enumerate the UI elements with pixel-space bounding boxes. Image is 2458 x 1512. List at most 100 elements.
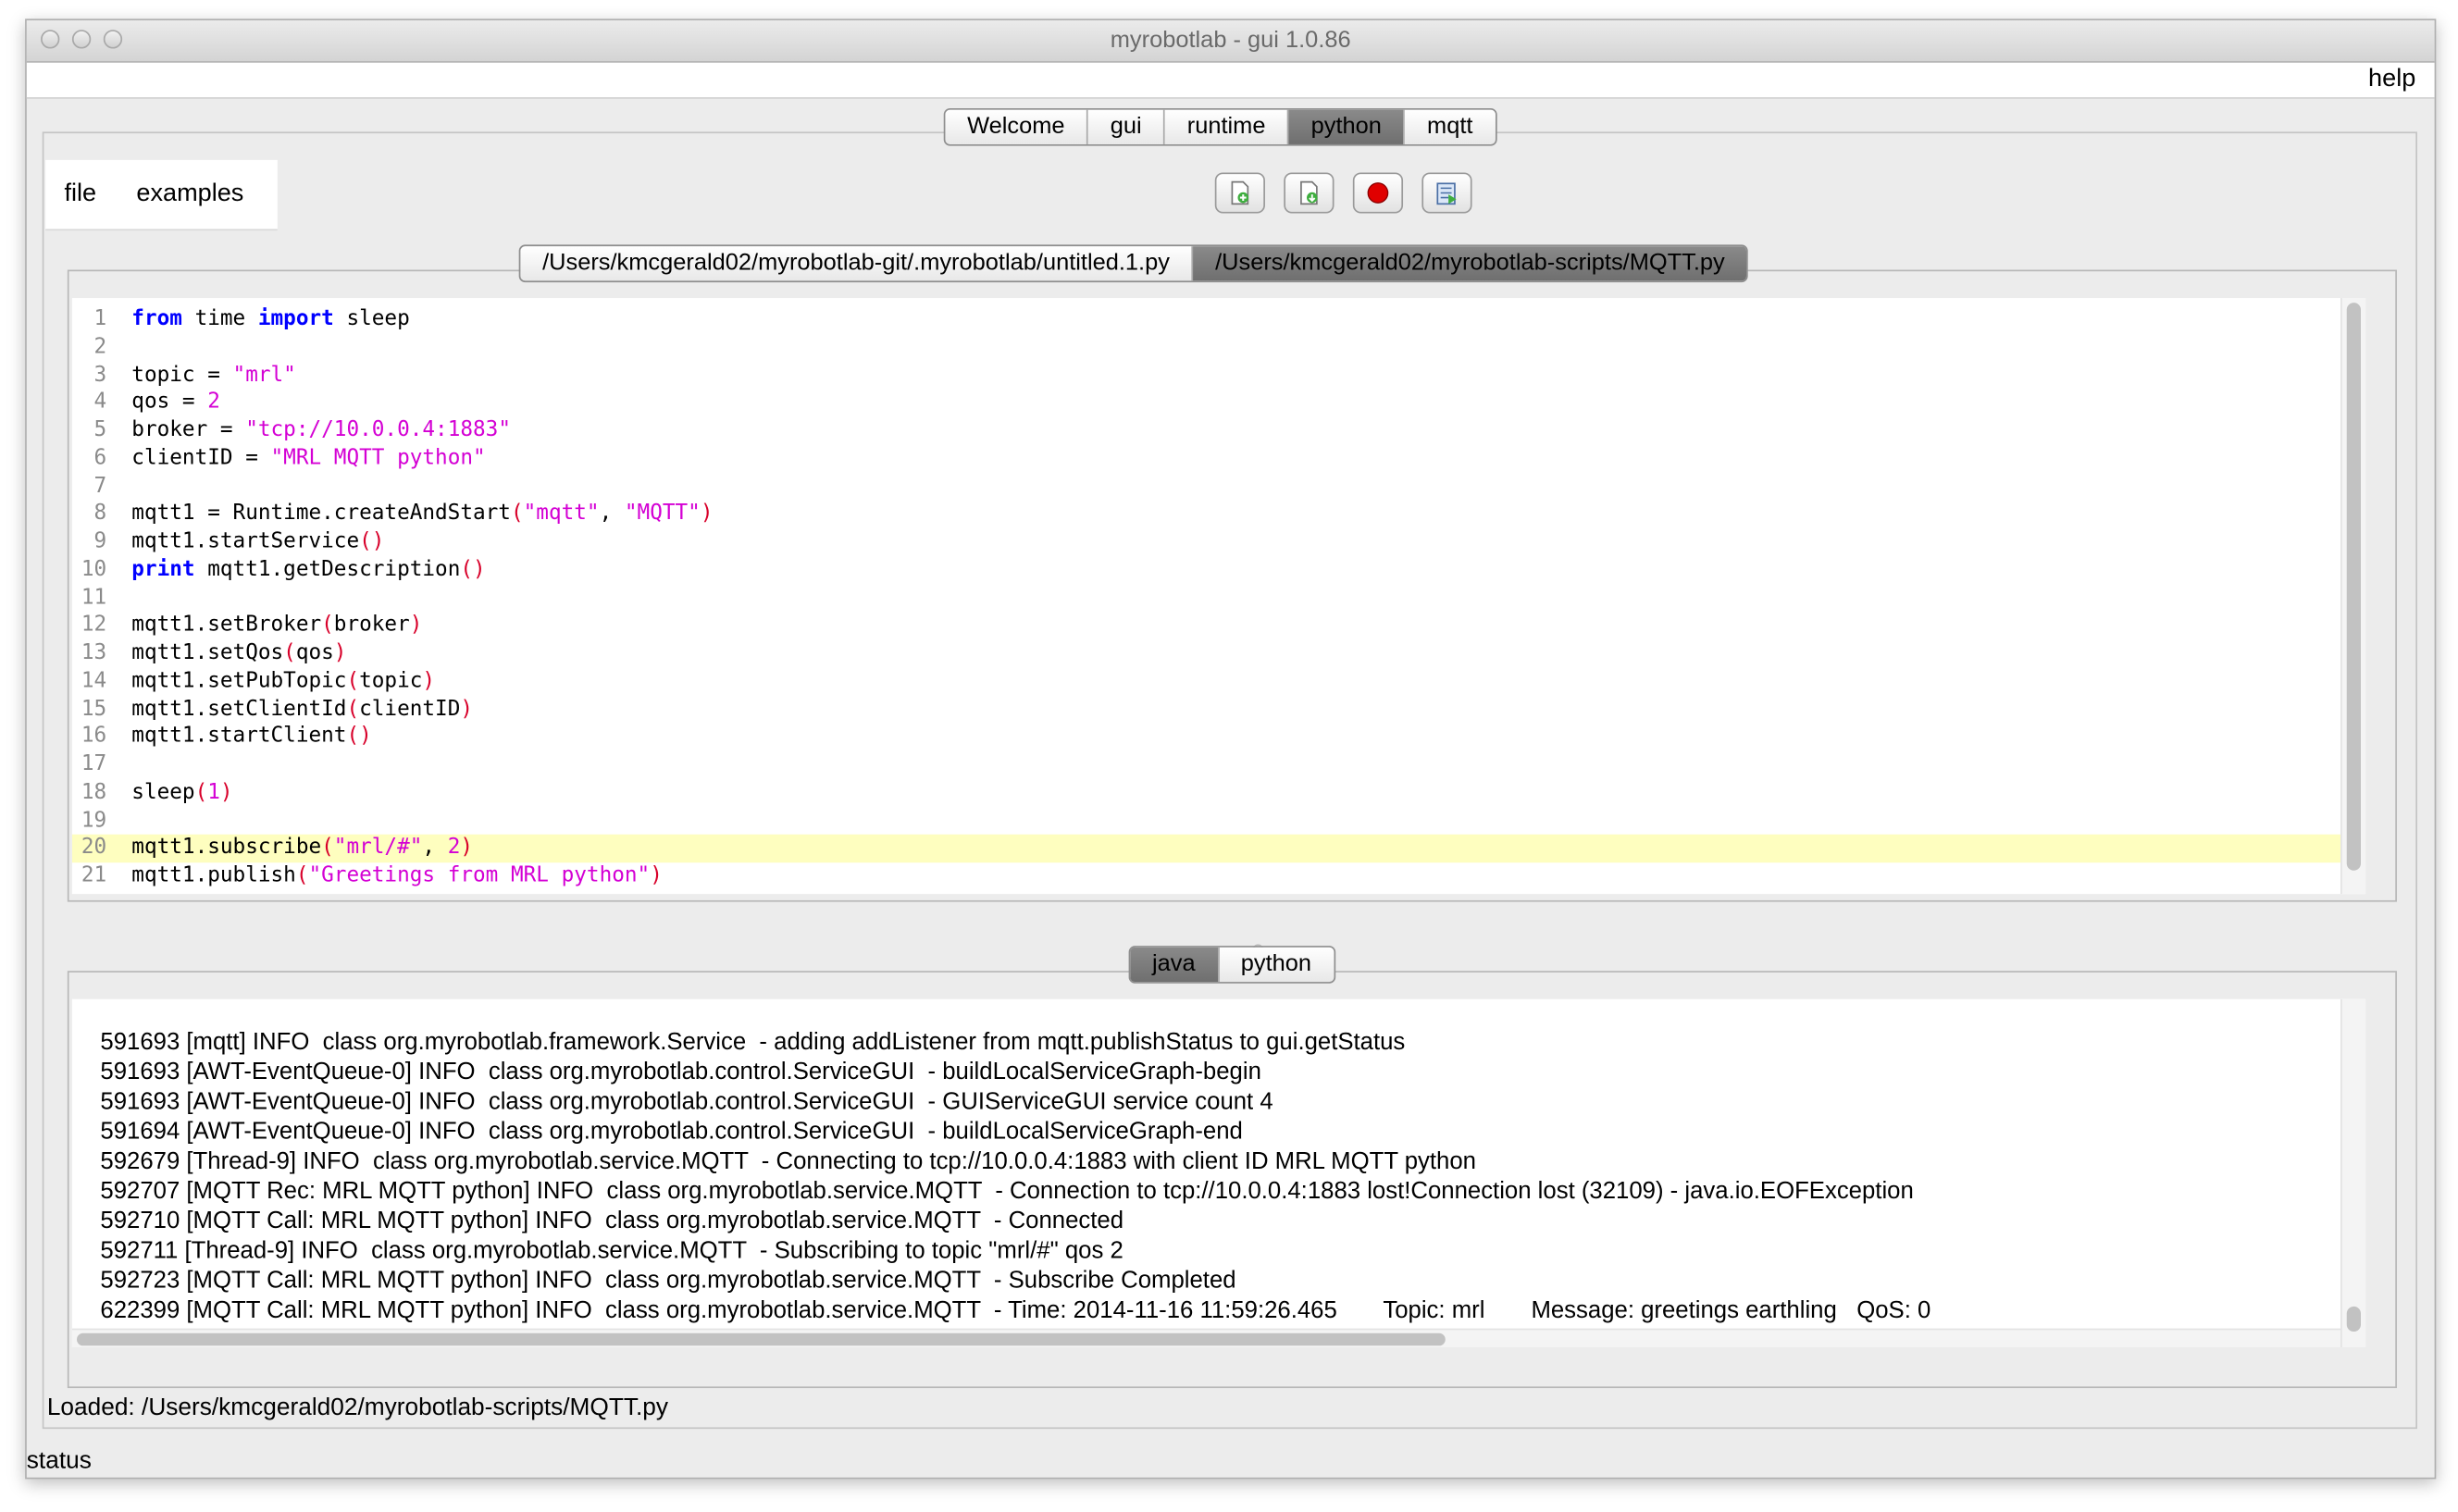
script-file-tabs: /Users/kmcgerald02/myrobotlab-git/.myrob… xyxy=(518,244,1749,283)
line-number: 8 xyxy=(93,502,107,527)
code-line[interactable]: 16 mqtt1.startClient() xyxy=(72,724,2365,751)
line-number: 3 xyxy=(93,363,107,387)
code-line[interactable]: 3 topic = "mrl" xyxy=(72,362,2365,390)
code-text: mqtt1.setPubTopic(topic) xyxy=(131,669,436,693)
line-number: 9 xyxy=(93,529,107,554)
editor-scroll-thumb[interactable] xyxy=(2346,303,2362,871)
log-line: 591693 [AWT-EventQueue-0] INFO class org… xyxy=(100,1088,1273,1116)
line-number: 4 xyxy=(93,390,107,415)
execute-script-icon xyxy=(1436,182,1457,205)
output-tabs: java python xyxy=(1128,946,1335,984)
examples-menu[interactable]: examples xyxy=(136,180,243,209)
tab-3[interactable]: python xyxy=(1288,109,1406,144)
output-horizontal-scrollbar[interactable] xyxy=(71,1328,2340,1348)
console-output: 622399 [MQTT Call: MRL MQTT python] INFO… xyxy=(71,998,2366,1348)
code-text: mqtt1.subscribe("mrl/#", 2) xyxy=(131,836,474,861)
stop-button[interactable] xyxy=(1352,172,1404,214)
code-line[interactable]: 11 xyxy=(72,584,2365,612)
code-text: mqtt1.setBroker(broker) xyxy=(131,613,423,638)
line-number: 18 xyxy=(81,780,107,805)
code-text: sleep(1) xyxy=(131,780,233,805)
code-line[interactable]: 9 mqtt1.startService() xyxy=(72,528,2365,556)
output-hscroll-thumb[interactable] xyxy=(77,1332,1446,1346)
status-bar: status xyxy=(26,1447,92,1475)
code-line[interactable]: 14 mqtt1.setPubTopic(topic) xyxy=(72,668,2365,696)
code-line[interactable]: 1 from time import sleep xyxy=(72,306,2365,334)
title-bar: myrobotlab - gui 1.0.86 xyxy=(26,20,2435,63)
python-menu-bar: file examples xyxy=(45,159,278,231)
code-text: from time import sleep xyxy=(131,307,410,331)
code-text: print mqtt1.getDescription() xyxy=(131,557,486,582)
log-line: 591693 [AWT-EventQueue-0] INFO class org… xyxy=(100,1059,1261,1085)
code-line[interactable]: 20 mqtt1.subscribe("mrl/#", 2) xyxy=(71,835,2366,863)
code-line[interactable]: 13 mqtt1.setQos(qos) xyxy=(72,640,2365,668)
tab-4[interactable]: mqtt xyxy=(1405,110,1495,144)
menu-bar: help xyxy=(26,62,2435,99)
log-line: 592723 [MQTT Call: MRL MQTT python] INFO… xyxy=(100,1267,1236,1295)
file-tab-0[interactable]: /Users/kmcgerald02/myrobotlab-git/.myrob… xyxy=(520,246,1194,281)
tab-2[interactable]: runtime xyxy=(1165,109,1289,144)
new-script-icon xyxy=(1231,180,1249,205)
log-line: 591694 [AWT-EventQueue-0] INFO class org… xyxy=(100,1118,1243,1146)
code-line[interactable]: 12 mqtt1.setBroker(broker) xyxy=(72,612,2365,639)
tab-1[interactable]: gui xyxy=(1088,109,1166,144)
line-number: 13 xyxy=(81,641,107,665)
log-line: 592711 [Thread-9] INFO class org.myrobot… xyxy=(100,1237,1123,1265)
line-number: 21 xyxy=(81,863,107,888)
code-text: mqtt1.publish("Greetings from MRL python… xyxy=(131,863,663,888)
tab-0[interactable]: Welcome xyxy=(945,109,1088,144)
save-script-icon xyxy=(1300,180,1318,205)
code-text: qos = 2 xyxy=(131,390,220,415)
code-text: broker = "tcp://10.0.0.4:1883" xyxy=(131,418,511,442)
window-title: myrobotlab - gui 1.0.86 xyxy=(1110,26,1351,54)
line-number: 17 xyxy=(81,752,107,777)
line-number: 1 xyxy=(93,307,107,331)
code-line[interactable]: 7 xyxy=(72,473,2365,501)
code-line[interactable]: 8 mqtt1 = Runtime.createAndStart("mqtt", … xyxy=(72,501,2365,528)
output-tab-1[interactable]: python xyxy=(1219,948,1334,982)
app-window: myrobotlab - gui 1.0.86 help Welcome gui r… xyxy=(25,19,2437,1480)
file-menu[interactable]: file xyxy=(64,180,96,209)
code-line[interactable]: 19 xyxy=(72,807,2365,835)
code-text: mqtt1.startClient() xyxy=(131,725,372,749)
editor-vertical-scrollbar[interactable] xyxy=(2340,298,2366,895)
code-text: mqtt1 = Runtime.createAndStart("mqtt", "… xyxy=(131,502,714,527)
code-line[interactable]: 2 xyxy=(72,334,2365,362)
code-editor[interactable]: 21 mqtt1.publish("Greetings from MRL pyth… xyxy=(71,298,2366,895)
line-number: 19 xyxy=(81,808,107,833)
code-text: mqtt1.startService() xyxy=(131,529,385,554)
line-number: 2 xyxy=(93,335,107,359)
line-number: 12 xyxy=(81,613,107,638)
output-vertical-scrollbar[interactable] xyxy=(2340,998,2366,1348)
code-line[interactable]: 17 xyxy=(72,751,2365,779)
code-line[interactable]: 18 sleep(1) xyxy=(72,779,2365,807)
log-line: 592679 [Thread-9] INFO class org.myrobot… xyxy=(100,1147,1476,1175)
line-number: 7 xyxy=(93,474,107,499)
code-line[interactable]: 6 clientID = "MRL MQTT python" xyxy=(72,445,2365,473)
line-number: 14 xyxy=(81,669,107,693)
code-text: mqtt1.setQos(qos) xyxy=(131,641,347,665)
code-line[interactable]: 15 mqtt1.setClientId(clientID) xyxy=(72,696,2365,724)
execute-script-button[interactable] xyxy=(1421,172,1472,214)
output-tab-0[interactable]: java xyxy=(1130,947,1220,983)
new-script-button[interactable] xyxy=(1214,172,1265,214)
file-tab-1[interactable]: /Users/kmcgerald02/myrobotlab-scripts/MQ… xyxy=(1193,246,1747,281)
code-line[interactable]: 4 qos = 2 xyxy=(72,390,2365,417)
code-text: topic = "mrl" xyxy=(131,363,296,387)
service-tabs: Welcome gui runtime python mqtt xyxy=(943,107,1496,146)
code-line[interactable]: 5 broker = "tcp://10.0.0.4:1883" xyxy=(72,417,2365,445)
log-line: 591693 [mqtt] INFO class org.myrobotlab.… xyxy=(100,1028,1406,1056)
log-line: 622399 [MQTT Call: MRL MQTT python] INFO… xyxy=(100,1296,1931,1324)
line-number: 5 xyxy=(93,418,107,442)
log-line: 592710 [MQTT Call: MRL MQTT python] INFO… xyxy=(100,1208,1124,1234)
output-scroll-thumb[interactable] xyxy=(2346,1306,2362,1332)
line-number: 15 xyxy=(81,697,107,721)
help-menu[interactable]: help xyxy=(2368,66,2415,94)
code-text: mqtt1.setClientId(clientID) xyxy=(131,697,474,721)
line-number: 20 xyxy=(81,836,107,861)
code-line[interactable]: 21 mqtt1.publish("Greetings from MRL pyth… xyxy=(72,862,2365,890)
line-number: 10 xyxy=(81,557,107,582)
save-script-button[interactable] xyxy=(1284,172,1335,214)
line-number: 6 xyxy=(93,446,107,471)
code-line[interactable]: 10 print mqtt1.getDescription() xyxy=(72,556,2365,584)
